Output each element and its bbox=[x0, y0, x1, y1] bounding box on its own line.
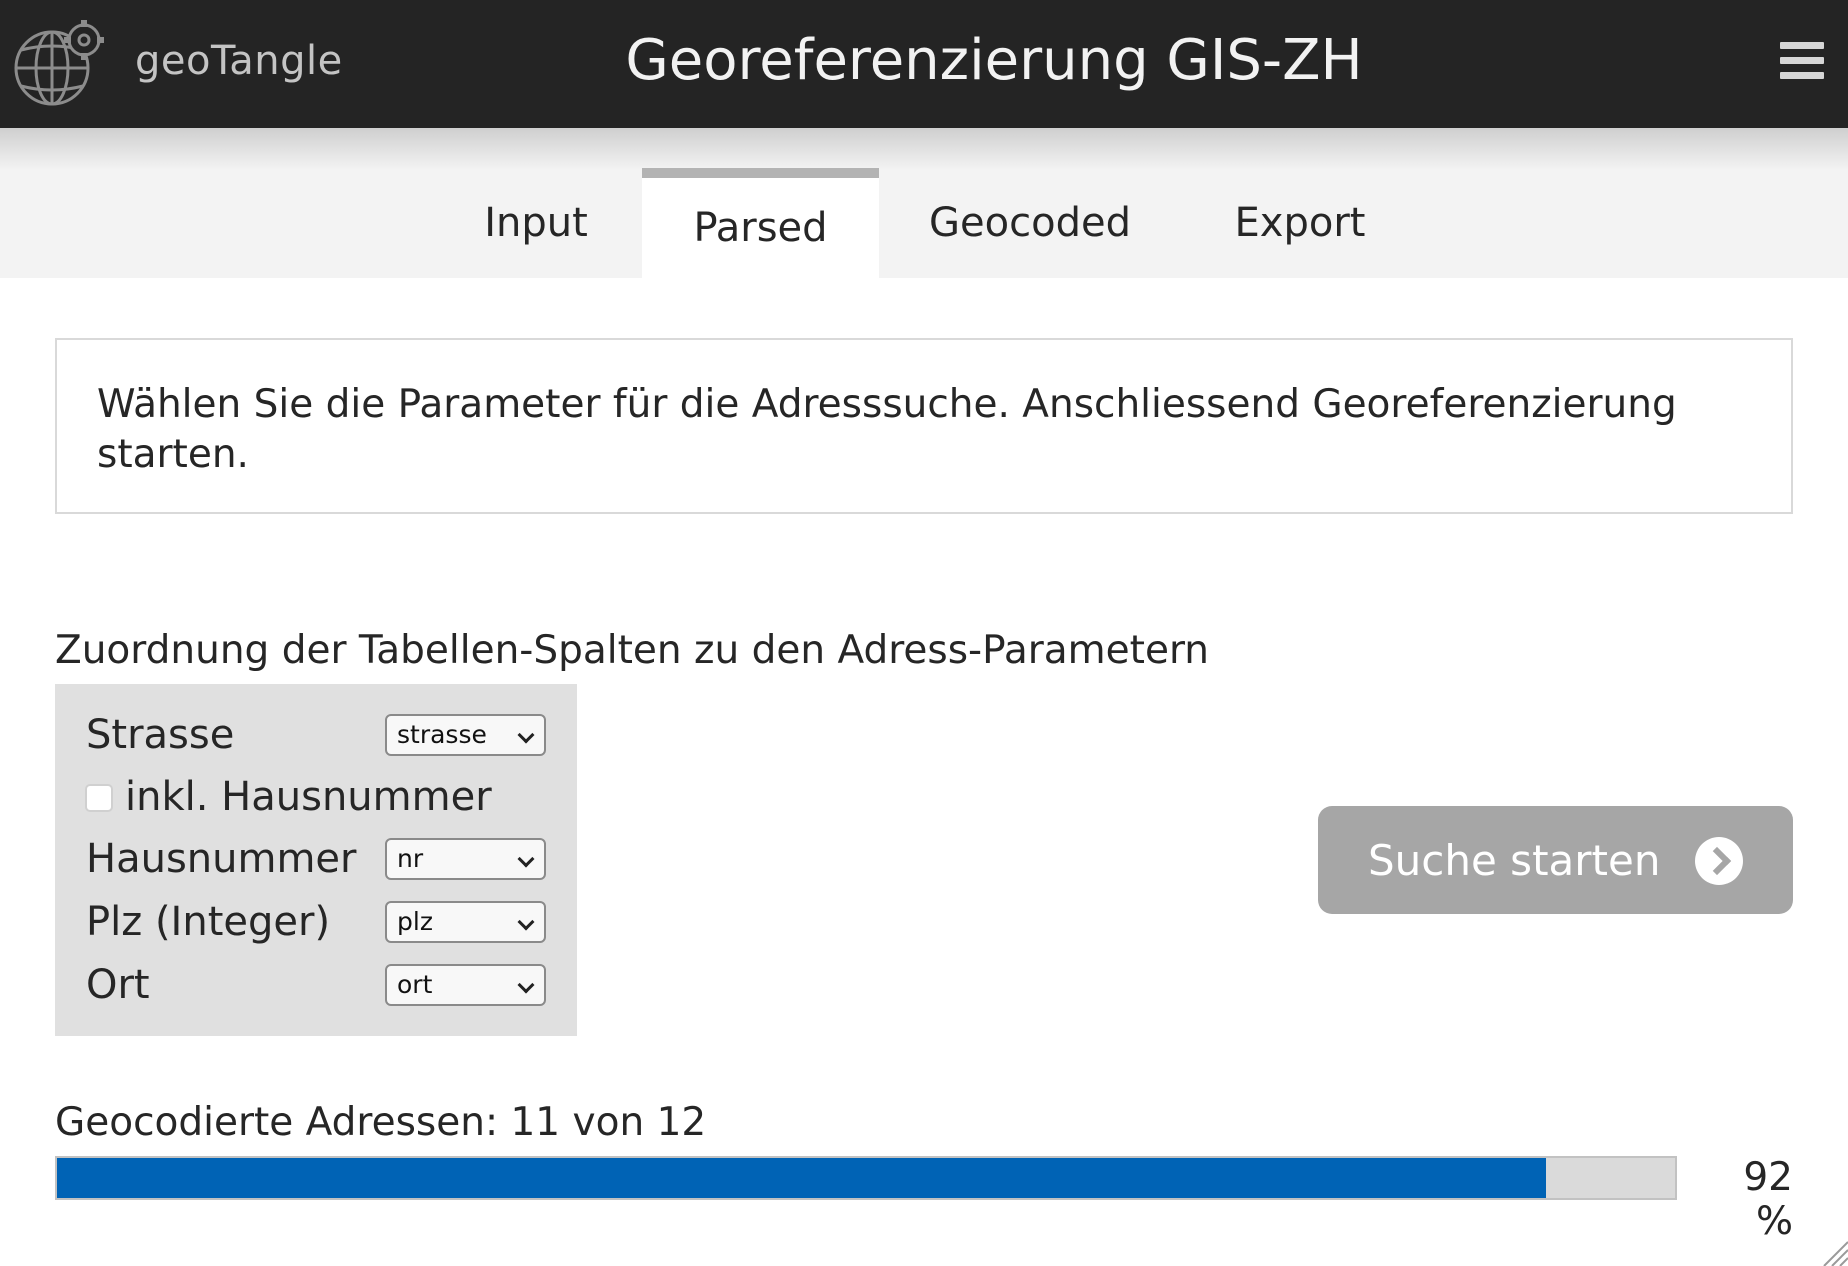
plz-label: Plz (Integer) bbox=[86, 899, 331, 945]
instruction-box: Wählen Sie die Parameter für die Adresss… bbox=[55, 338, 1793, 514]
chevron-down-icon bbox=[517, 850, 535, 868]
tab-parsed[interactable]: Parsed bbox=[642, 168, 879, 278]
tab-input[interactable]: Input bbox=[446, 168, 626, 278]
strasse-label: Strasse bbox=[86, 712, 235, 758]
hausnummer-select-value: nr bbox=[397, 844, 424, 873]
progress-bar bbox=[55, 1156, 1677, 1200]
page-title: Georeferenzierung GIS-ZH bbox=[625, 28, 1363, 93]
ort-select[interactable]: ort bbox=[385, 964, 546, 1006]
geocoded-count-label: Geocodierte Adressen: 11 von 12 bbox=[55, 1100, 707, 1145]
start-search-button[interactable]: Suche starten bbox=[1318, 806, 1793, 914]
inkl-hausnummer-checkbox[interactable] bbox=[85, 784, 113, 812]
strasse-select[interactable]: strasse bbox=[385, 714, 546, 756]
plz-select[interactable]: plz bbox=[385, 901, 546, 943]
ort-select-value: ort bbox=[397, 970, 433, 999]
strasse-select-value: strasse bbox=[397, 720, 487, 749]
chevron-down-icon bbox=[517, 913, 535, 931]
chevron-circle-right-icon bbox=[1695, 837, 1743, 885]
hamburger-menu-icon[interactable] bbox=[1780, 42, 1824, 82]
instruction-text: Wählen Sie die Parameter für die Adresss… bbox=[97, 382, 1677, 477]
hausnummer-select[interactable]: nr bbox=[385, 838, 546, 880]
resize-grip-icon[interactable] bbox=[1822, 1240, 1848, 1266]
tab-export[interactable]: Export bbox=[1210, 168, 1390, 278]
progress-bar-fill bbox=[57, 1158, 1546, 1198]
hausnummer-label: Hausnummer bbox=[86, 836, 357, 882]
plz-select-value: plz bbox=[397, 907, 433, 936]
inkl-hausnummer-label: inkl. Hausnummer bbox=[125, 774, 492, 820]
mapping-heading: Zuordnung der Tabellen-Spalten zu den Ad… bbox=[55, 628, 1210, 673]
chevron-down-icon bbox=[517, 976, 535, 994]
start-search-label: Suche starten bbox=[1368, 835, 1661, 885]
address-parameter-panel: Strasse strasse inkl. Hausnummer Hausnum… bbox=[55, 684, 577, 1036]
app-header: geoTangle Georeferenzierung GIS-ZH bbox=[0, 0, 1848, 128]
tab-geocoded[interactable]: Geocoded bbox=[910, 168, 1150, 278]
chevron-down-icon bbox=[517, 726, 535, 744]
ort-label: Ort bbox=[86, 962, 150, 1008]
progress-percent: 92 % bbox=[1743, 1155, 1793, 1244]
tab-bar: Input Parsed Geocoded Export bbox=[0, 128, 1848, 278]
